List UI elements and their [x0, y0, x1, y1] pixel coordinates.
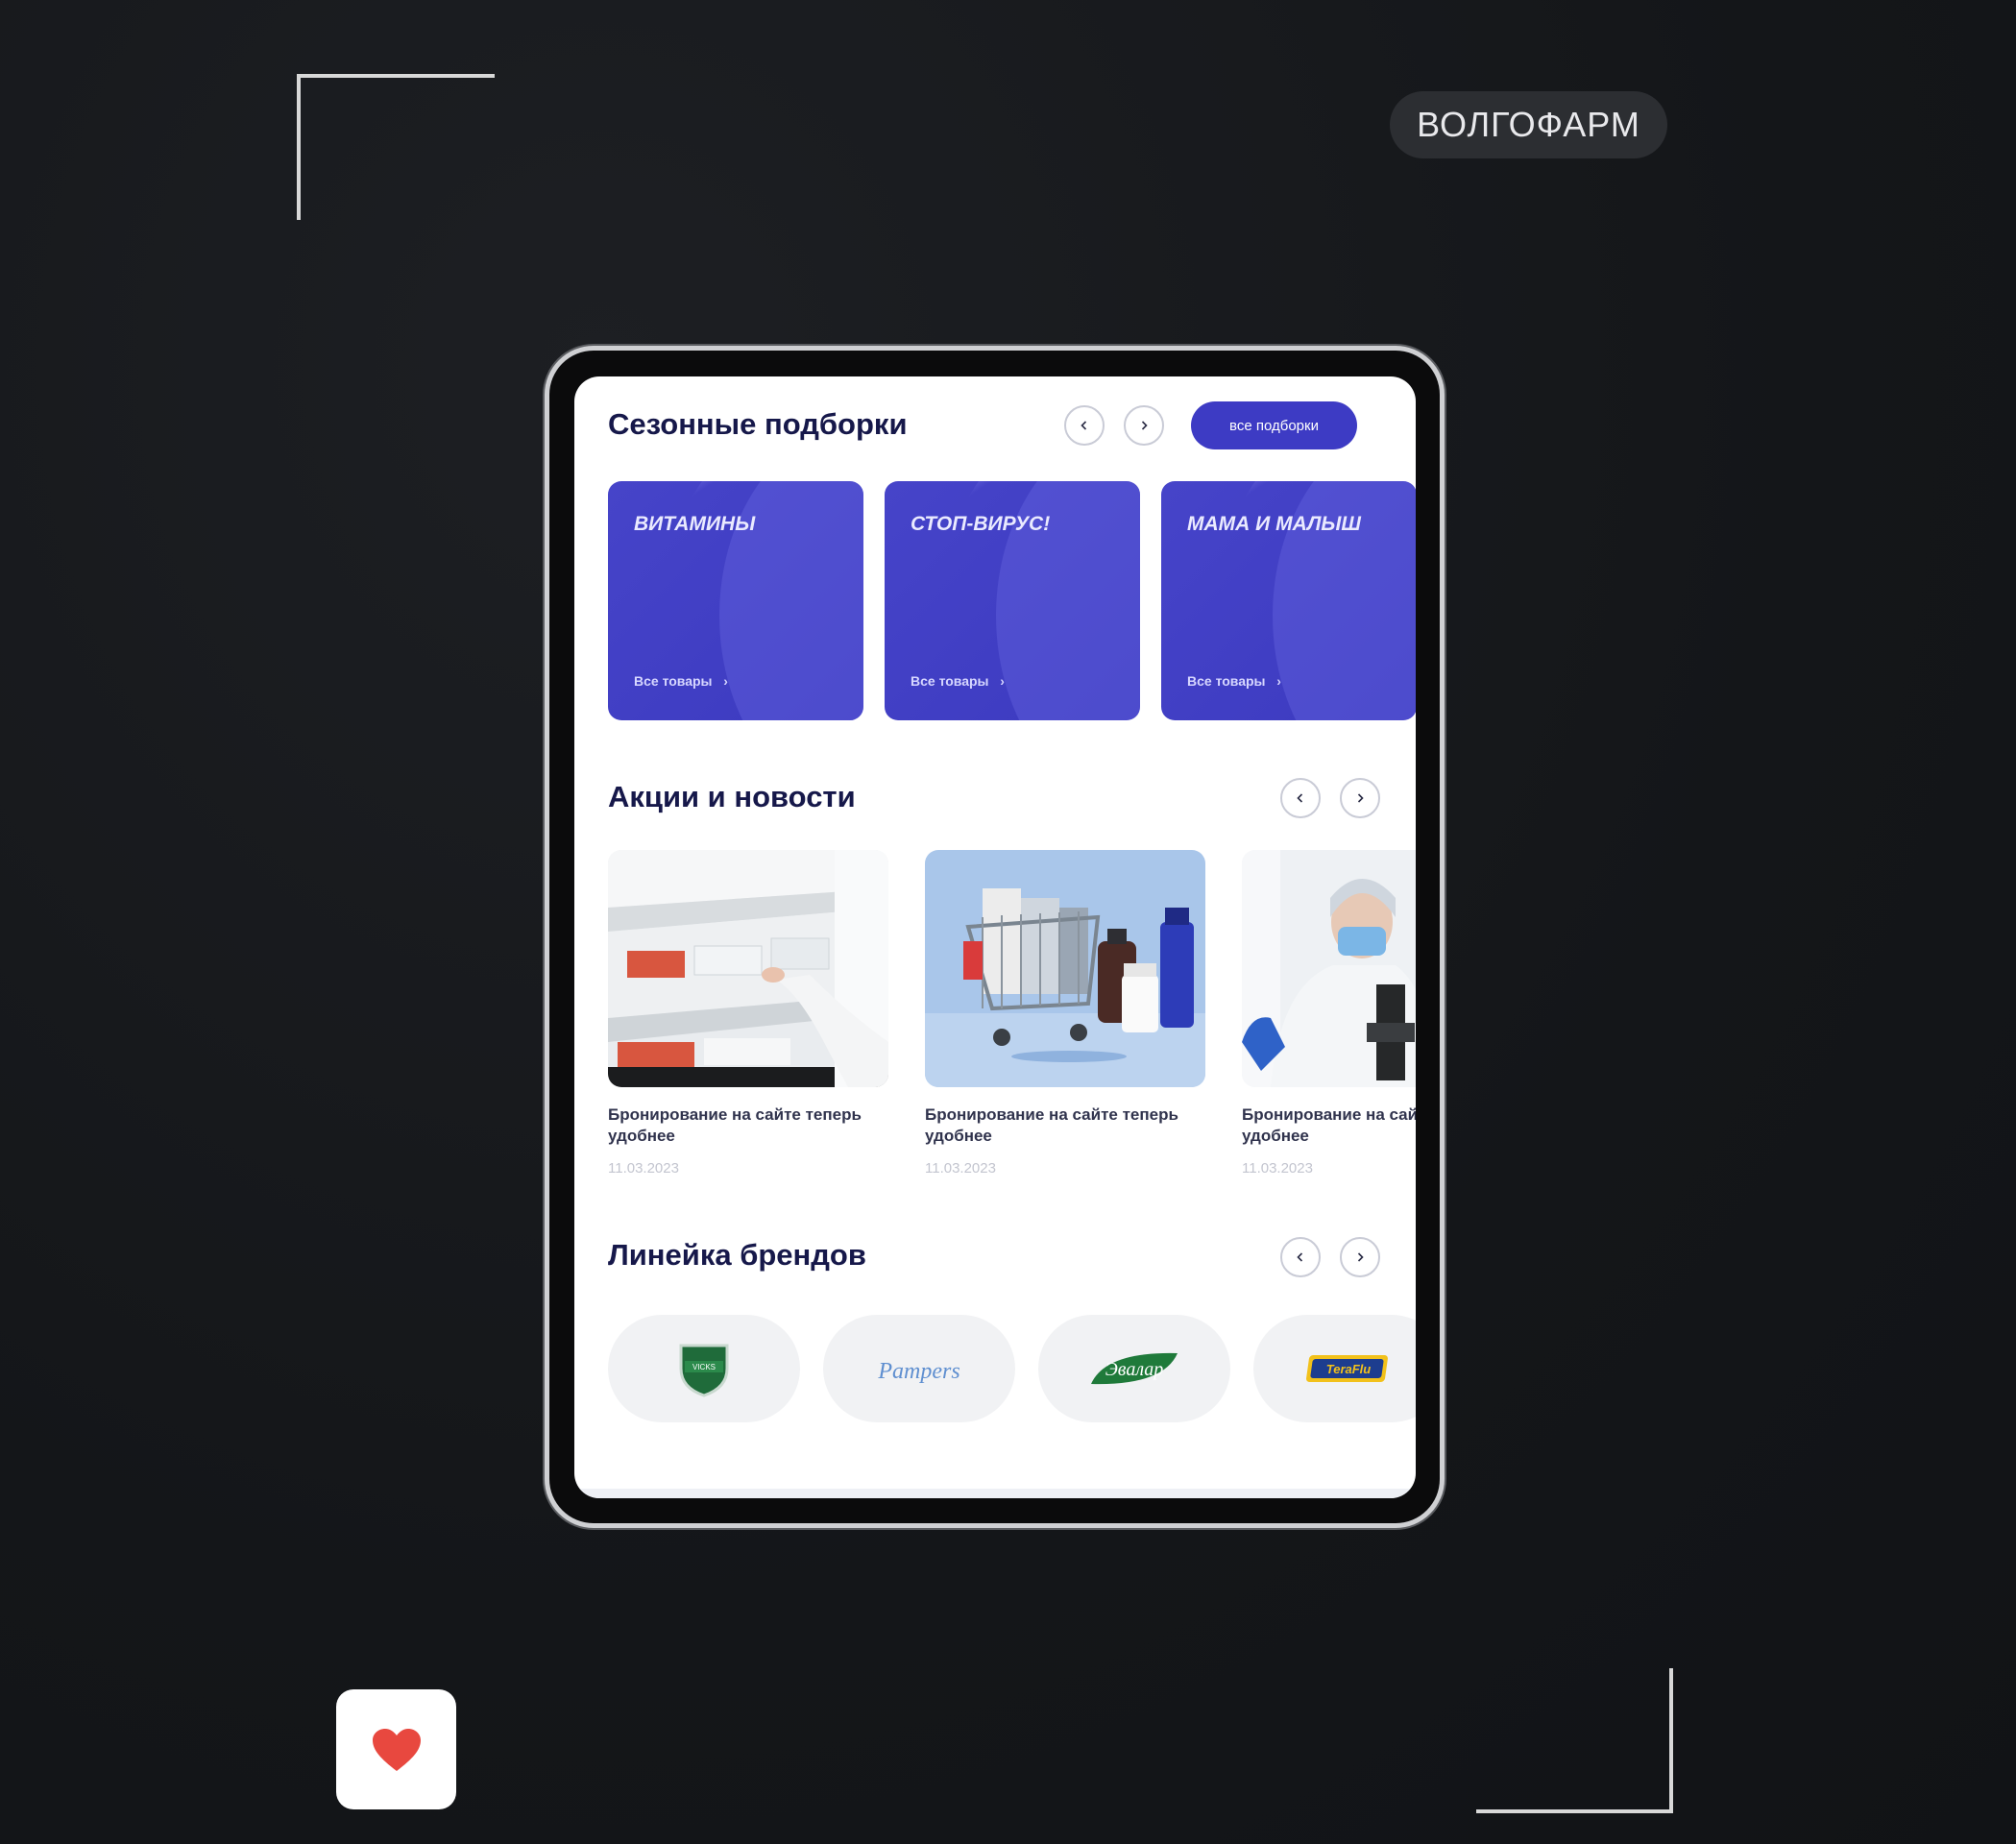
chevron-left-icon: [1297, 793, 1303, 803]
news-card[interactable]: Бронирование на сайте теперь удобнее 11.…: [925, 850, 1205, 1177]
chevron-left-icon: [1081, 421, 1087, 430]
promo-card-title: СТОП-ВИРУС!: [911, 513, 1051, 535]
news-headline: Бронирование на сайте теперь удобнее: [1242, 1105, 1416, 1145]
brand-logo-vicks[interactable]: VICKS: [608, 1315, 800, 1422]
news-image-pharmacy-shelf: [608, 850, 888, 1087]
tablet-screen: Сезонные подборки все подборки ВИТАМИНЫ …: [574, 376, 1416, 1498]
svg-text:Эвалар: Эвалар: [1105, 1359, 1164, 1380]
news-image-shopping-cart: [925, 850, 1205, 1087]
corner-frame-top-left: [297, 74, 495, 220]
brand-logo-teraflu[interactable]: TeraFlu: [1253, 1315, 1416, 1422]
news-headline: Бронирование на сайте теперь удобнее: [925, 1105, 1178, 1145]
chevron-left-icon: [1297, 1252, 1303, 1262]
brands-prev-button[interactable]: [1280, 1237, 1321, 1277]
promo-card-link[interactable]: Все товары ›: [634, 673, 728, 689]
news-card[interactable]: Бронирование на сайте теперь удобнее 11.…: [608, 850, 888, 1177]
svg-text:VICKS: VICKS: [692, 1363, 716, 1371]
news-next-button[interactable]: [1340, 778, 1380, 818]
seasonal-next-button[interactable]: [1124, 405, 1164, 446]
brand-badge: ВОЛГОФАРМ: [1390, 91, 1667, 158]
promo-card-stop-virus[interactable]: СТОП-ВИРУС! Все товары ›: [885, 481, 1140, 720]
promo-card-title: ВИТАМИНЫ: [634, 513, 756, 535]
news-title: Акции и новости: [608, 780, 856, 813]
promo-card-mother-baby[interactable]: МАМА И МАЛЫШ Все товары ›: [1161, 481, 1416, 720]
promo-card-title: МАМА И МАЛЫШ: [1187, 513, 1361, 535]
news-card[interactable]: Бронирование на сайте теперь удобнее 11.…: [1242, 850, 1416, 1177]
svg-text:TeraFlu: TeraFlu: [1326, 1362, 1372, 1376]
chevron-right-icon: [1141, 421, 1148, 430]
brands-title: Линейка брендов: [608, 1238, 866, 1272]
seasonal-title: Сезонные подборки: [608, 407, 908, 441]
news-date: 11.03.2023: [925, 1160, 996, 1177]
like-button[interactable]: [336, 1689, 456, 1809]
promo-card-link[interactable]: Все товары ›: [911, 673, 1005, 689]
news-prev-button[interactable]: [1280, 778, 1321, 818]
svg-text:Pampers: Pampers: [877, 1359, 959, 1384]
teraflu-logo: TeraFlu: [1306, 1355, 1388, 1382]
brands-next-button[interactable]: [1340, 1237, 1380, 1277]
vicks-logo: VICKS: [679, 1344, 729, 1397]
news-image-lab-doctor: [1242, 850, 1416, 1087]
evalar-logo: Эвалар: [1091, 1352, 1178, 1385]
chevron-right-icon: ›: [1000, 673, 1005, 689]
brand-logo-pampers[interactable]: Pampers: [823, 1315, 1015, 1422]
promo-card-link[interactable]: Все товары ›: [1187, 673, 1281, 689]
promo-card-vitamins[interactable]: ВИТАМИНЫ Все товары ›: [608, 481, 863, 720]
heart-icon: [372, 1728, 421, 1771]
news-headline: Бронирование на сайте теперь удобнее: [608, 1105, 862, 1145]
screen-bottom-bar: [574, 1489, 1416, 1498]
chevron-right-icon: ›: [1276, 673, 1281, 689]
brand-logo-evalar[interactable]: Эвалар: [1038, 1315, 1230, 1422]
chevron-right-icon: [1357, 793, 1364, 803]
news-date: 11.03.2023: [608, 1160, 679, 1177]
news-date: 11.03.2023: [1242, 1160, 1313, 1177]
seasonal-prev-button[interactable]: [1064, 405, 1105, 446]
all-collections-button[interactable]: все подборки: [1191, 401, 1357, 449]
chevron-right-icon: [1357, 1252, 1364, 1262]
corner-frame-bottom-right: [1476, 1668, 1673, 1813]
chevron-right-icon: ›: [723, 673, 728, 689]
pampers-logo: Pampers: [877, 1359, 959, 1384]
